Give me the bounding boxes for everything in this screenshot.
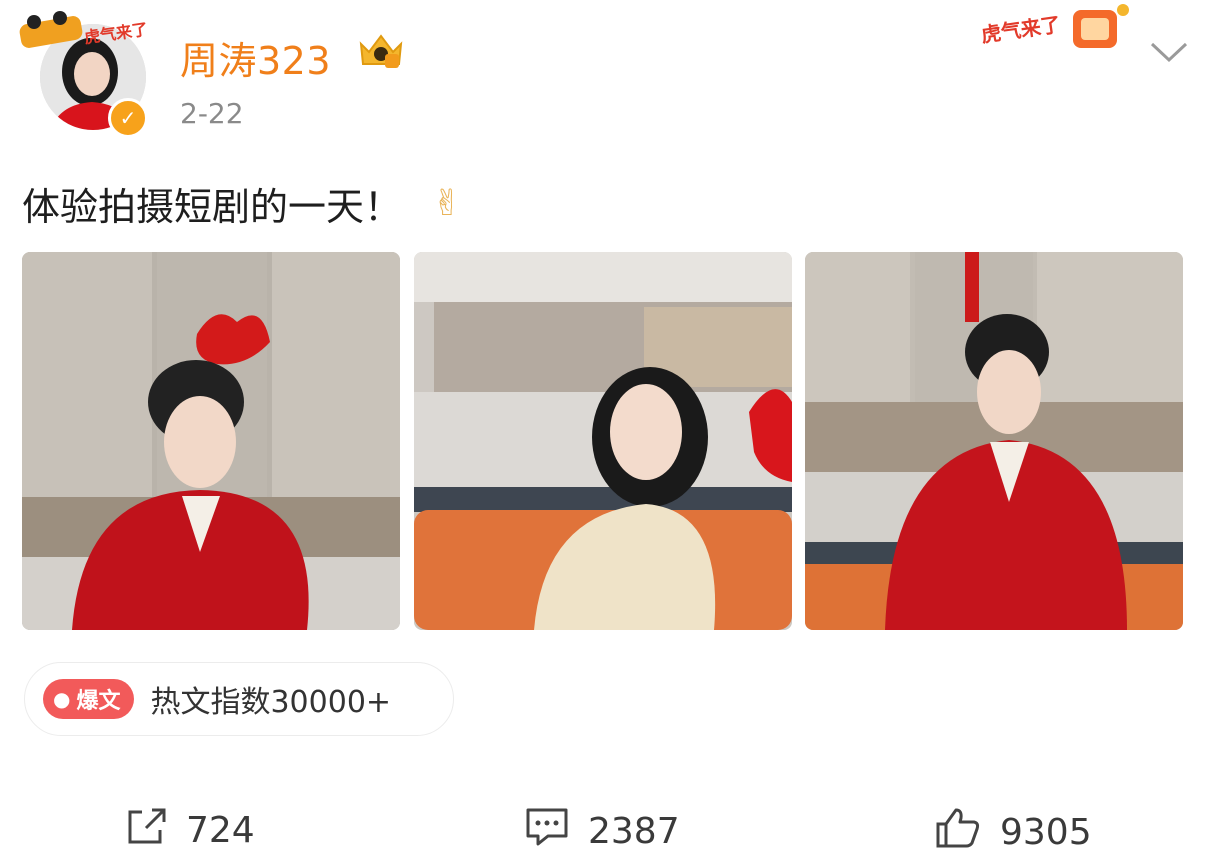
avatar-frame-sticker: 虎气来了	[18, 10, 149, 50]
like-button[interactable]: 9305	[934, 806, 1092, 859]
avatar[interactable]: 虎气来了 ✓	[18, 10, 149, 140]
post-text-row: 体验拍摄短剧的一天！ ✌	[22, 176, 462, 231]
hot-index-pill[interactable]: ● 爆文 热文指数30000+	[24, 662, 454, 736]
comment-icon	[524, 806, 570, 857]
top-sticker-text: 虎气来了	[980, 12, 1063, 47]
share-button[interactable]: 724	[124, 806, 255, 855]
share-count: 724	[186, 810, 255, 851]
verified-v-icon: ✓	[108, 98, 148, 138]
thumbs-up-icon	[934, 806, 982, 859]
share-icon	[124, 806, 168, 855]
victory-hand-icon: ✌	[432, 183, 463, 224]
top-right-sticker: 虎气来了	[975, 0, 1135, 52]
post-date: 2-22	[180, 97, 244, 130]
hot-index-text: 热文指数30000+	[150, 685, 392, 720]
comment-count: 2387	[588, 811, 680, 852]
crown-badge-icon[interactable]	[355, 30, 407, 72]
like-count: 9305	[1000, 812, 1092, 853]
post-text: 体验拍摄短剧的一天！	[22, 185, 403, 229]
post-image-3[interactable]	[805, 252, 1183, 630]
chevron-down-icon[interactable]	[1148, 36, 1190, 66]
post-image-1[interactable]	[22, 252, 400, 630]
flame-icon: ●	[53, 687, 71, 711]
username[interactable]: 周涛323	[180, 30, 331, 85]
sticker-text: 虎气来了	[83, 20, 148, 48]
comment-button[interactable]: 2387	[524, 806, 680, 857]
hot-tag-label: 爆文	[76, 689, 121, 714]
post-image-2[interactable]	[414, 252, 792, 630]
hot-tag: ● 爆文	[43, 679, 135, 719]
